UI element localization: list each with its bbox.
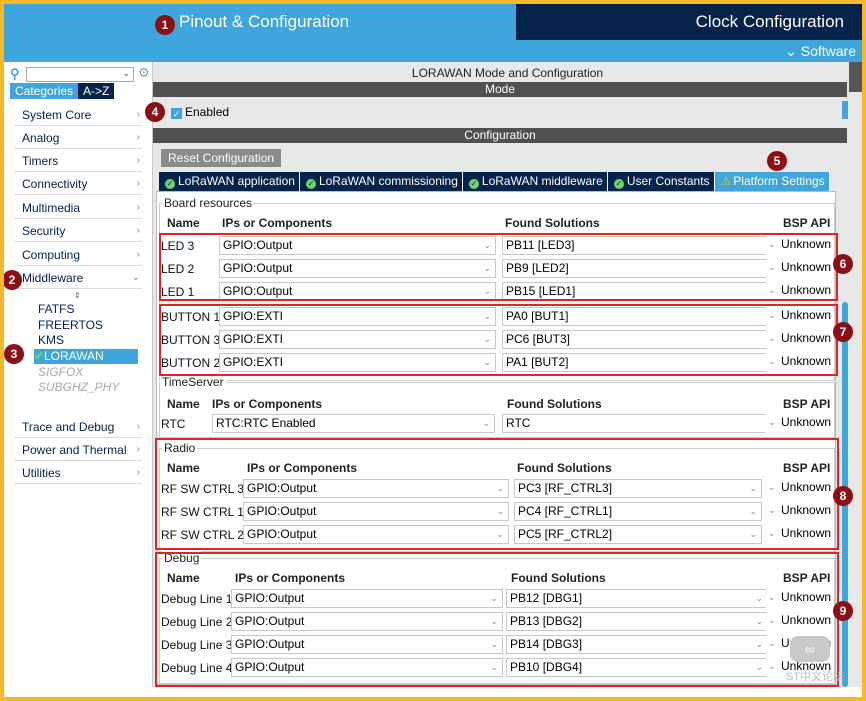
highlight-frame: [0, 0, 866, 701]
